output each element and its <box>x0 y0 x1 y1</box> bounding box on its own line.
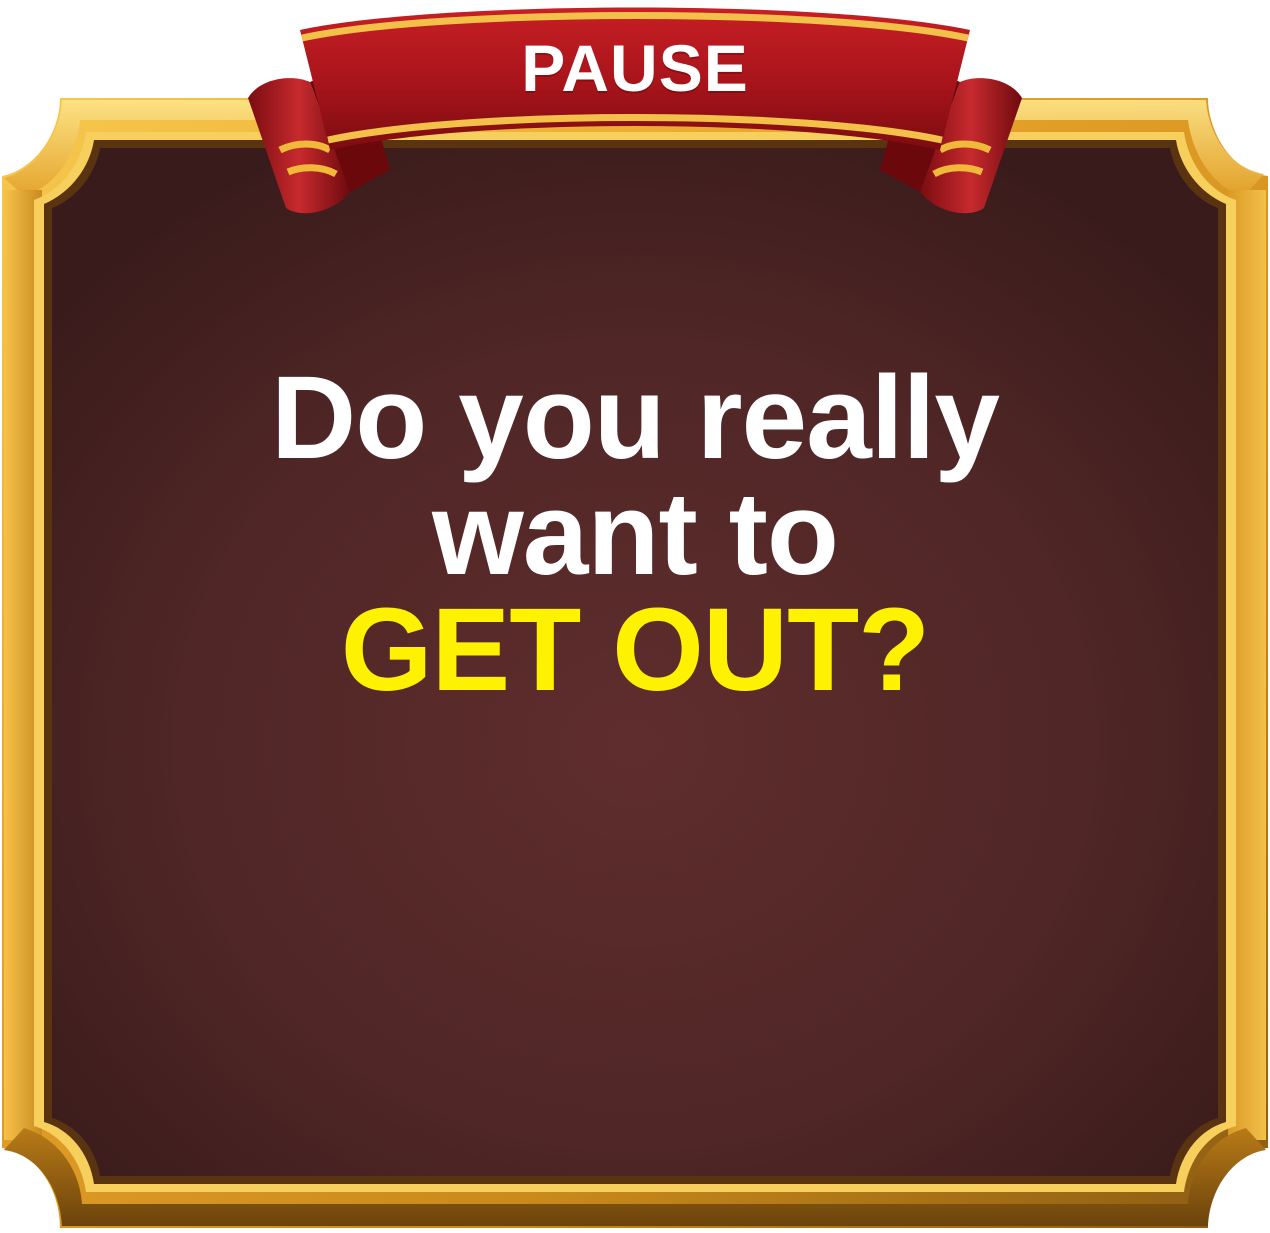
message-line-1: Do you really <box>270 352 1000 484</box>
pause-dialog: PAUSE Do you really want to GET OUT? <box>0 0 1270 1233</box>
dialog-title: PAUSE <box>521 31 749 105</box>
dialog-message: Do you really want to GET OUT? <box>90 352 1180 716</box>
message-line-2: want to <box>432 468 839 600</box>
message-highlight: GET OUT? <box>340 584 931 716</box>
